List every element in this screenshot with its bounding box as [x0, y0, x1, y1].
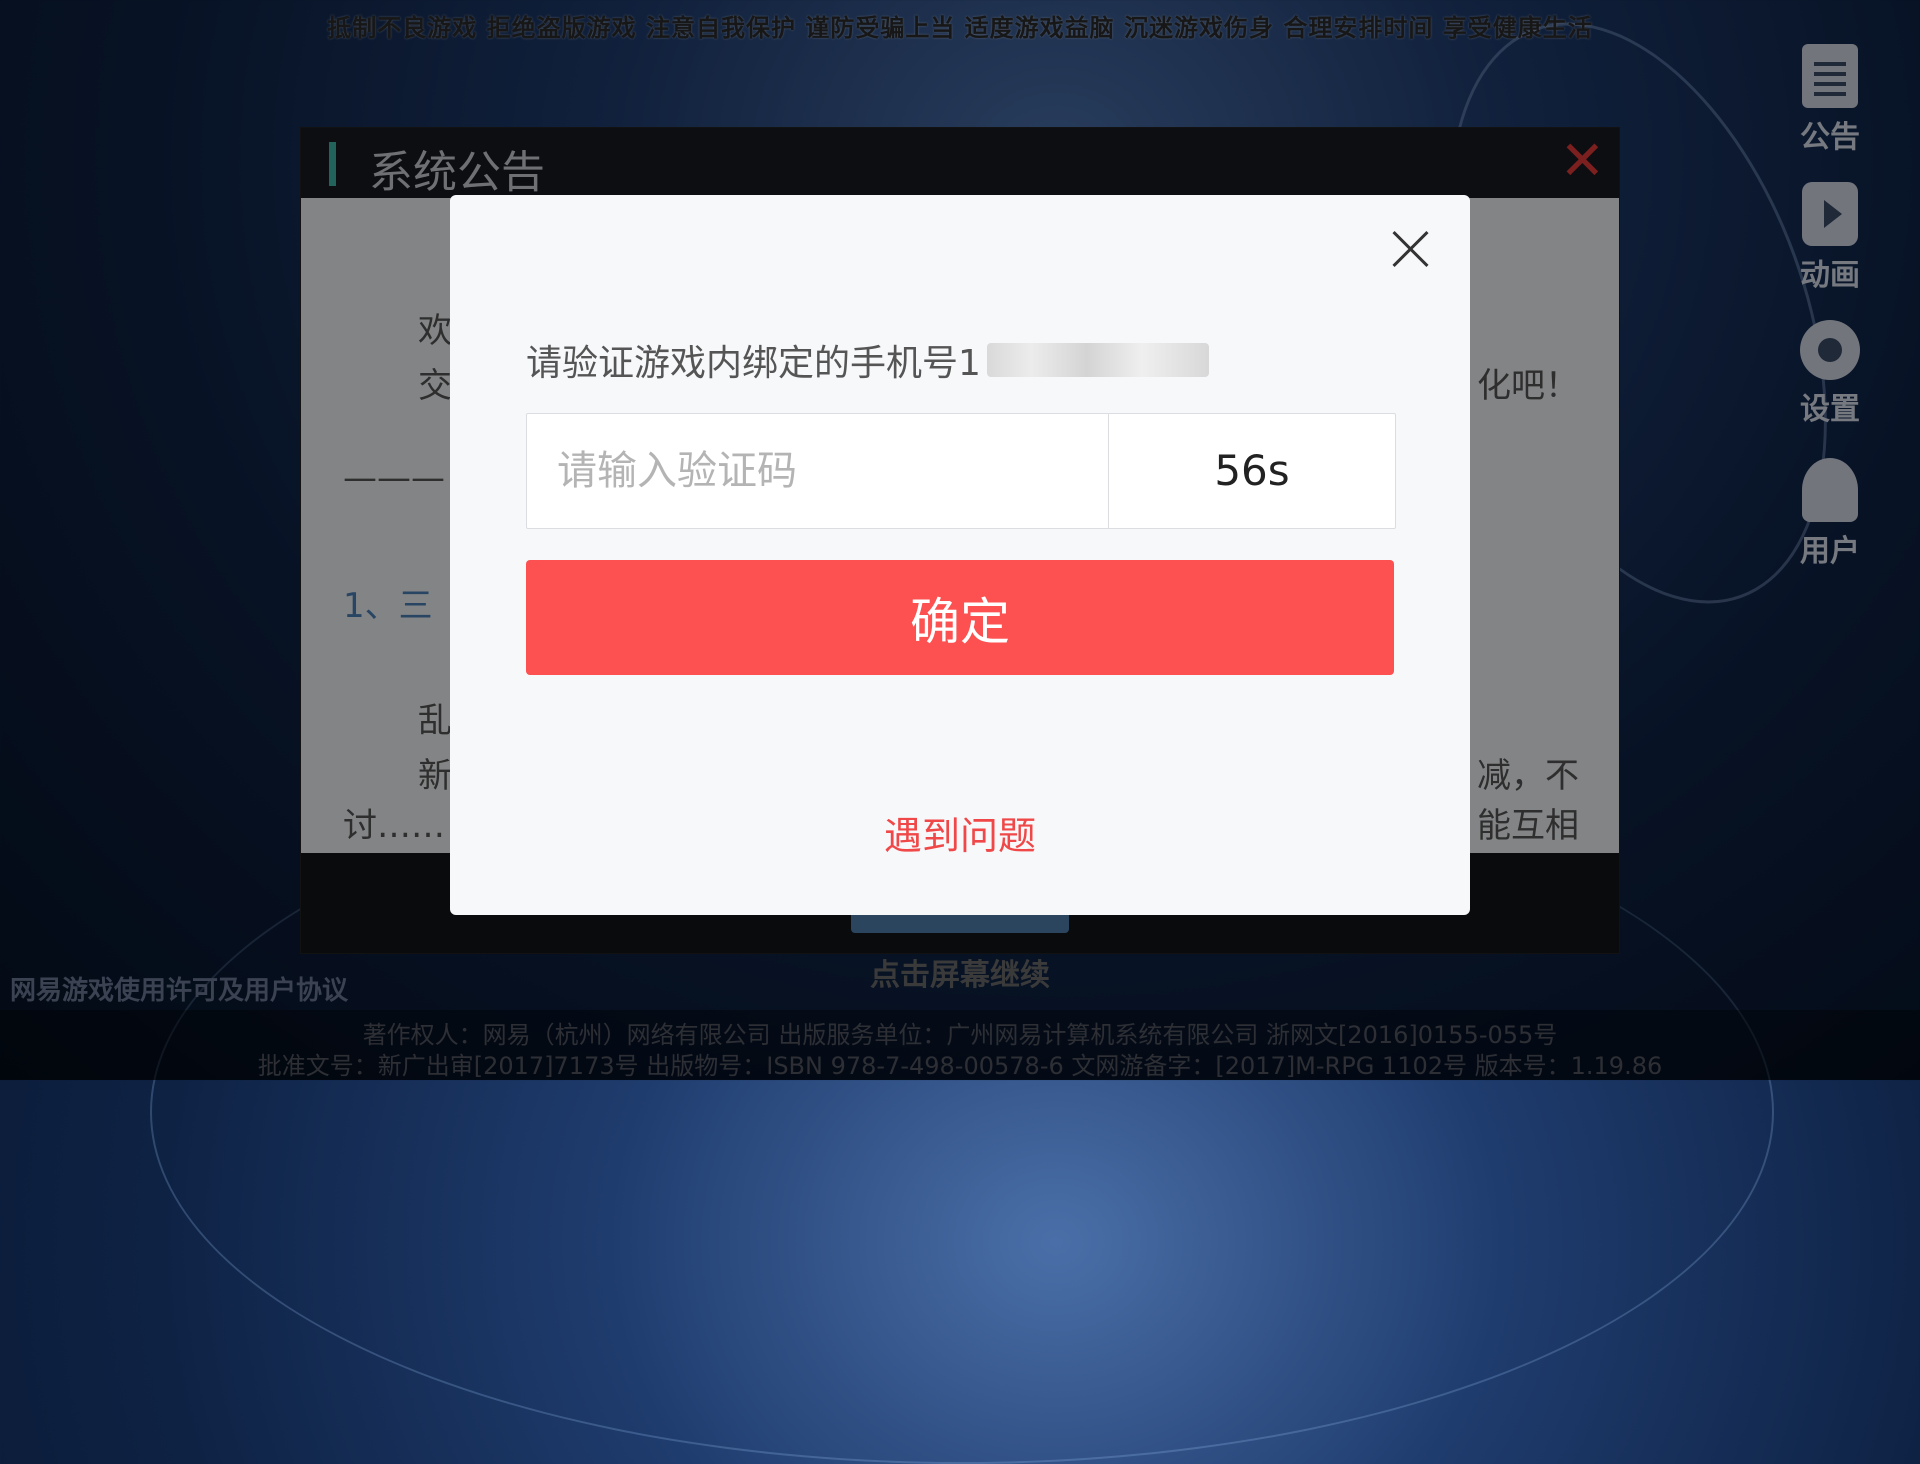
user-agreement-link[interactable]: 网易游戏使用许可及用户协议 [10, 970, 348, 1007]
verification-code-box: 56s [526, 413, 1396, 529]
encounter-problem-link[interactable]: 遇到问题 [450, 805, 1470, 860]
confirm-button[interactable]: 确定 [526, 560, 1394, 675]
masked-phone-number [986, 343, 1209, 377]
verification-prompt-row: 请验证游戏内绑定的手机号1 [526, 335, 1209, 385]
verification-prompt: 请验证游戏内绑定的手机号1 [526, 343, 981, 384]
resend-countdown: 56s [1214, 446, 1290, 495]
phone-verification-dialog: 请验证游戏内绑定的手机号1 56s 确定 遇到问题 [450, 195, 1470, 915]
verification-code-input[interactable] [527, 414, 1107, 528]
copyright-line: 著作权人：网易（杭州）网络有限公司 出版服务单位：广州网易计算机系统有限公司 浙… [362, 1021, 1558, 1049]
license-line: 批准文号：新广出审[2017]7173号 出版物号：ISBN 978-7-498… [257, 1052, 1663, 1080]
close-icon[interactable] [1390, 229, 1430, 269]
